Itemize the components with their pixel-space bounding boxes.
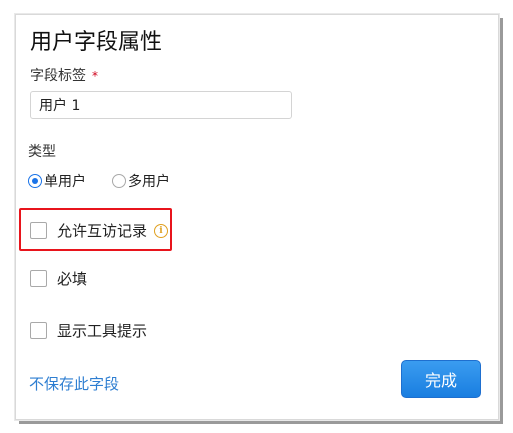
show-tooltip-label: 显示工具提示	[57, 322, 148, 340]
radio-label-multi-user: 多用户	[128, 174, 170, 190]
allow-access-records-label: 允许互访记录	[57, 222, 148, 240]
field-label-input[interactable]	[30, 91, 292, 119]
discard-field-link[interactable]: 不保存此字段	[29, 373, 119, 394]
radio-multi-user[interactable]	[112, 174, 126, 188]
show-tooltip-option[interactable]: 显示工具提示	[30, 320, 147, 341]
type-label: 类型	[28, 144, 56, 160]
dialog-title: 用户字段属性	[30, 30, 163, 55]
done-button[interactable]: 完成	[401, 360, 481, 398]
radio-single-user[interactable]	[28, 174, 42, 188]
field-properties-dialog: 用户字段属性 字段标签 * 类型 单用户 多用户 允许互访记录 i 必填 显示工具…	[15, 14, 499, 420]
radio-option-multi-user[interactable]: 多用户	[112, 171, 170, 191]
required-checkbox[interactable]	[30, 270, 47, 287]
radio-label-single-user: 单用户	[44, 174, 86, 190]
radio-option-single-user[interactable]: 单用户	[28, 171, 86, 191]
type-radio-group: 单用户 多用户	[28, 171, 196, 191]
show-tooltip-checkbox[interactable]	[30, 322, 47, 339]
field-label-text: 字段标签	[30, 68, 86, 84]
info-icon[interactable]: i	[154, 223, 169, 238]
required-label: 必填	[57, 270, 88, 288]
required-option[interactable]: 必填	[30, 268, 87, 289]
allow-access-records-checkbox[interactable]	[30, 222, 47, 239]
field-label-heading: 字段标签 *	[30, 65, 98, 85]
required-mark: *	[92, 69, 98, 83]
allow-access-records-option[interactable]: 允许互访记录 i	[30, 220, 169, 241]
